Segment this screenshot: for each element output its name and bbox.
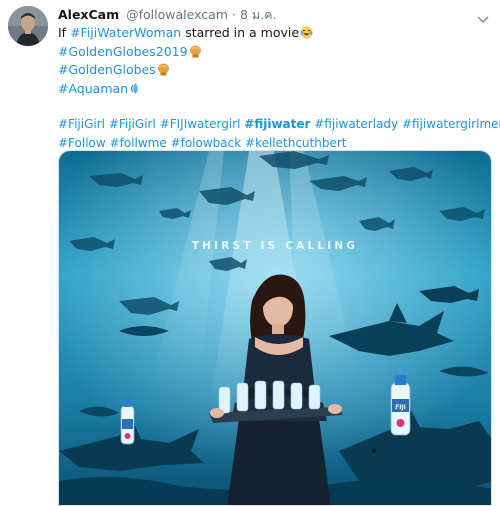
hashtag-follwme[interactable]: #follwme bbox=[110, 136, 167, 150]
tweet: AlexCam @followalexcam · 8 ม.ค. If #Fiji… bbox=[0, 0, 500, 506]
hashtag-row-1: #FijiGirl #FijiGirl #FIJIwatergirl #fiji… bbox=[58, 115, 500, 134]
tweet-line-2: #GoldenGlobes2019 bbox=[58, 43, 488, 62]
avatar[interactable] bbox=[8, 6, 48, 46]
chevron-down-icon[interactable] bbox=[476, 9, 490, 24]
hashtag-goldenglobes[interactable]: #GoldenGlobes bbox=[58, 62, 156, 77]
author-handle[interactable]: @followalexcam bbox=[126, 7, 228, 22]
water-drop-icon bbox=[129, 82, 142, 95]
golden-globe-icon bbox=[189, 45, 202, 58]
author-name[interactable]: AlexCam bbox=[58, 7, 119, 22]
hashtag-aquaman[interactable]: #Aquaman bbox=[58, 81, 128, 96]
poster-title: THIRST IS CALLING bbox=[191, 240, 359, 252]
hashtag-kellethcuthbert[interactable]: #kelleth​cuthbert bbox=[245, 136, 346, 150]
hashtag-folowback[interactable]: #folowback bbox=[171, 136, 242, 150]
hashtag-fijiwater[interactable]: #fijiwater bbox=[244, 117, 310, 131]
golden-globe-icon bbox=[157, 63, 170, 76]
separator-dot: · bbox=[231, 7, 236, 22]
hashtag-fijiwaterwoman[interactable]: #FijiWaterWoman bbox=[70, 25, 181, 40]
hashtag-fijigirl[interactable]: #FijiGirl bbox=[109, 117, 156, 131]
text-segment: If bbox=[58, 25, 71, 40]
hashtag-fijiwatergirl[interactable]: #FIJIwatergirl bbox=[160, 117, 241, 131]
tweet-media-image[interactable]: FIJI THIRST IS CALLING bbox=[58, 150, 492, 506]
text-segment: starred in a movie bbox=[181, 25, 300, 40]
timestamp[interactable]: 8 ม.ค. bbox=[240, 7, 276, 22]
laughing-tears-emoji-icon bbox=[300, 26, 313, 39]
fiji-bottle-right: FIJI bbox=[390, 375, 411, 436]
tweet-text: If #FijiWaterWoman starred in a movie #G… bbox=[58, 24, 500, 153]
hashtag-fijiwater-text: #fijiwater bbox=[244, 117, 311, 132]
hashtag-follow[interactable]: #Follow bbox=[58, 136, 106, 150]
hashtag-fijiwatergirlmeme[interactable]: #fijiwatergirlmeme bbox=[402, 117, 500, 131]
poster-artwork: FIJI bbox=[59, 151, 491, 505]
hashtag-fijigirl[interactable]: #FijiGirl bbox=[58, 117, 105, 131]
tweet-line-1: If #FijiWaterWoman starred in a movie bbox=[58, 24, 488, 43]
tweet-line-3: #GoldenGlobes bbox=[58, 61, 488, 80]
bottle-brand-label: FIJI bbox=[395, 404, 406, 411]
tweet-line-4: #Aquaman bbox=[58, 80, 488, 99]
hashtag-fijiwaterlady[interactable]: #fijiwaterlady bbox=[314, 117, 398, 131]
hashtag-goldenglobes2019[interactable]: #GoldenGlobes2019 bbox=[58, 44, 188, 59]
avatar-image bbox=[8, 6, 48, 46]
tweet-header: AlexCam @followalexcam · 8 ม.ค. bbox=[58, 7, 276, 23]
